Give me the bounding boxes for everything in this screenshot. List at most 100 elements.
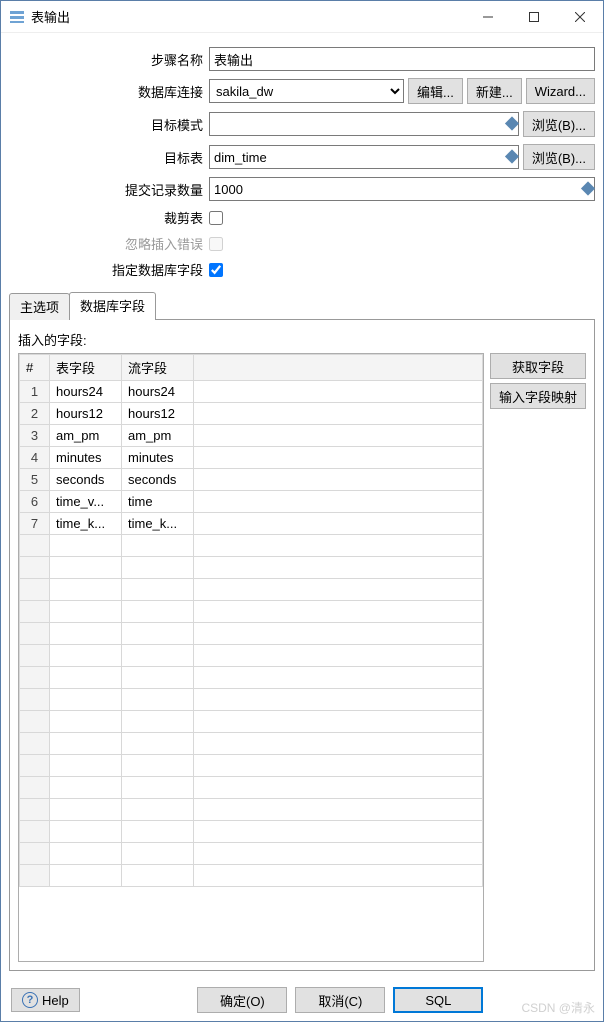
cell-stream-field[interactable]: seconds [122,469,194,491]
ok-button[interactable]: 确定(O) [197,987,287,1013]
table-row[interactable]: 5secondsseconds [20,469,483,491]
cell-stream-field[interactable] [122,601,194,623]
table-row[interactable] [20,667,483,689]
cell-table-field[interactable] [50,601,122,623]
cell-table-field[interactable] [50,667,122,689]
cell-table-field[interactable] [50,865,122,887]
cell-table-field[interactable]: am_pm [50,425,122,447]
cell-table-field[interactable] [50,535,122,557]
table-row[interactable] [20,623,483,645]
table-row[interactable] [20,799,483,821]
target-table-label: 目标表 [9,148,209,167]
map-fields-button[interactable]: 输入字段映射 [490,383,586,409]
cell-table-field[interactable] [50,689,122,711]
cell-stream-field[interactable] [122,843,194,865]
table-row[interactable] [20,711,483,733]
cell-table-field[interactable]: hours12 [50,403,122,425]
target-table-input[interactable] [209,145,519,169]
table-row[interactable] [20,733,483,755]
cell-table-field[interactable] [50,711,122,733]
table-row[interactable]: 2hours12hours12 [20,403,483,425]
table-row[interactable]: 3am_pmam_pm [20,425,483,447]
maximize-button[interactable] [511,1,557,32]
table-row[interactable] [20,579,483,601]
cell-table-field[interactable] [50,557,122,579]
table-row[interactable] [20,689,483,711]
cell-stream-field[interactable] [122,667,194,689]
step-name-input[interactable] [209,47,595,71]
table-row[interactable]: 1hours24hours24 [20,381,483,403]
step-name-label: 步骤名称 [9,50,209,69]
row-number: 4 [20,447,50,469]
cell-stream-field[interactable] [122,777,194,799]
cell-table-field[interactable]: minutes [50,447,122,469]
col-header-stream-field[interactable]: 流字段 [122,355,194,381]
browse-table-button[interactable]: 浏览(B)... [523,144,595,170]
cell-table-field[interactable] [50,843,122,865]
new-connection-button[interactable]: 新建... [467,78,522,104]
cell-stream-field[interactable] [122,733,194,755]
browse-schema-button[interactable]: 浏览(B)... [523,111,595,137]
connection-select[interactable]: sakila_dw [209,79,404,103]
cell-stream-field[interactable]: time_k... [122,513,194,535]
cell-stream-field[interactable] [122,689,194,711]
cell-stream-field[interactable]: hours24 [122,381,194,403]
minimize-button[interactable] [465,1,511,32]
cell-stream-field[interactable] [122,821,194,843]
cell-table-field[interactable]: hours24 [50,381,122,403]
table-row[interactable]: 6time_v...time [20,491,483,513]
cell-table-field[interactable]: time_k... [50,513,122,535]
cell-table-field[interactable] [50,821,122,843]
table-row[interactable] [20,843,483,865]
tab-bar: 主选项 数据库字段 [9,292,595,320]
cell-stream-field[interactable] [122,865,194,887]
table-row[interactable]: 7time_k...time_k... [20,513,483,535]
edit-connection-button[interactable]: 编辑... [408,78,463,104]
table-row[interactable] [20,755,483,777]
cell-stream-field[interactable]: time [122,491,194,513]
truncate-checkbox[interactable] [209,211,223,225]
tab-main[interactable]: 主选项 [9,293,70,320]
table-row[interactable] [20,865,483,887]
target-schema-input[interactable] [209,112,519,136]
cell-stream-field[interactable] [122,799,194,821]
col-header-table-field[interactable]: 表字段 [50,355,122,381]
table-row[interactable] [20,821,483,843]
cell-table-field[interactable]: seconds [50,469,122,491]
fields-grid-wrap[interactable]: # 表字段 流字段 1hours24hours242hours12hours12… [18,353,484,962]
table-row[interactable]: 4minutesminutes [20,447,483,469]
cell-stream-field[interactable]: minutes [122,447,194,469]
wizard-button[interactable]: Wizard... [526,78,595,104]
table-row[interactable] [20,645,483,667]
cell-stream-field[interactable] [122,645,194,667]
cell-table-field[interactable] [50,799,122,821]
cell-stream-field[interactable] [122,711,194,733]
cell-stream-field[interactable] [122,535,194,557]
help-button[interactable]: ? Help [11,988,80,1012]
cell-table-field[interactable] [50,733,122,755]
cell-table-field[interactable] [50,755,122,777]
col-header-num[interactable]: # [20,355,50,381]
cell-stream-field[interactable]: hours12 [122,403,194,425]
close-button[interactable] [557,1,603,32]
table-row[interactable] [20,601,483,623]
cell-stream-field[interactable] [122,579,194,601]
sql-button[interactable]: SQL [393,987,483,1013]
cell-stream-field[interactable] [122,623,194,645]
cell-stream-field[interactable] [122,755,194,777]
cell-table-field[interactable] [50,777,122,799]
cell-table-field[interactable] [50,579,122,601]
table-row[interactable] [20,557,483,579]
tab-fields[interactable]: 数据库字段 [69,292,156,320]
table-row[interactable] [20,777,483,799]
get-fields-button[interactable]: 获取字段 [490,353,586,379]
specify-fields-checkbox[interactable] [209,263,223,277]
cancel-button[interactable]: 取消(C) [295,987,385,1013]
cell-table-field[interactable] [50,623,122,645]
table-row[interactable] [20,535,483,557]
cell-table-field[interactable] [50,645,122,667]
cell-table-field[interactable]: time_v... [50,491,122,513]
cell-stream-field[interactable] [122,557,194,579]
cell-stream-field[interactable]: am_pm [122,425,194,447]
commit-size-input[interactable] [209,177,595,201]
